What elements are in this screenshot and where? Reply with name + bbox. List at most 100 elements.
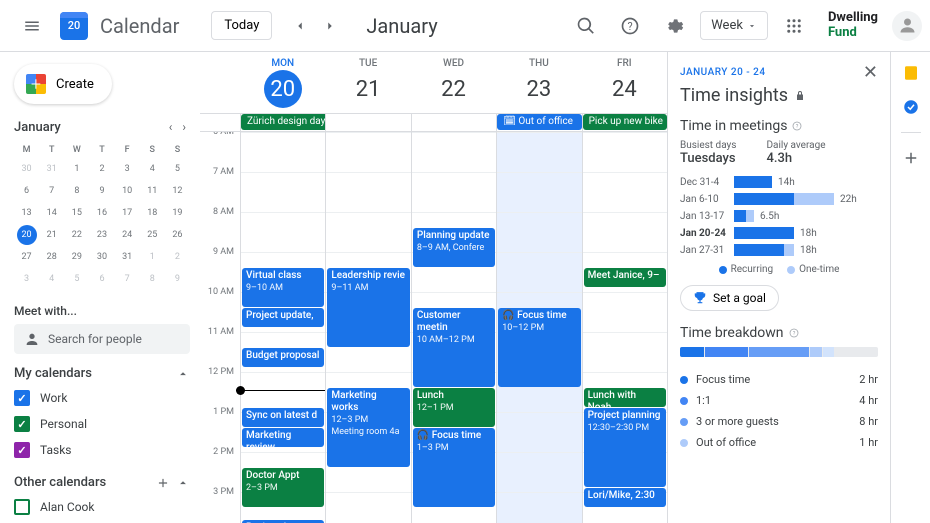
calendar-event[interactable]: Virtual class9–10 AM	[242, 268, 324, 307]
next-week-button[interactable]	[316, 12, 344, 40]
calendar-item[interactable]: Alan Cook	[14, 494, 190, 520]
checkbox[interactable]	[14, 499, 30, 515]
apps-button[interactable]	[776, 8, 812, 44]
calendar-event[interactable]: Leadership revie9–11 AM	[327, 268, 409, 347]
mini-day[interactable]: 21	[42, 225, 62, 245]
mini-day[interactable]: 10	[117, 181, 137, 201]
mini-day[interactable]: 30	[92, 247, 112, 267]
allday-event[interactable]: 🗓 Out of office	[497, 114, 581, 130]
calendar-item[interactable]: Personal	[14, 411, 190, 437]
checkbox[interactable]	[14, 416, 30, 432]
help-icon[interactable]: ?	[791, 120, 803, 132]
view-selector[interactable]: Week	[700, 11, 768, 40]
calendar-item[interactable]: Work	[14, 385, 190, 411]
day-column[interactable]: Virtual class9–10 AMProject update, Budge…	[240, 132, 325, 523]
main-menu-button[interactable]	[12, 6, 52, 46]
mini-day[interactable]: 30	[17, 159, 37, 179]
mini-day[interactable]: 3	[117, 159, 137, 179]
mini-day[interactable]: 15	[67, 203, 87, 223]
mini-day[interactable]: 20	[17, 225, 37, 245]
settings-button[interactable]	[656, 8, 692, 44]
mini-day[interactable]: 28	[42, 247, 62, 267]
calendar-event[interactable]: 🎧 Focus time1–3 PM	[413, 428, 495, 507]
mini-day[interactable]: 1	[67, 159, 87, 179]
mini-day[interactable]: 4	[42, 269, 62, 289]
calendar-event[interactable]: Doctor Appt2–3 PM	[242, 468, 324, 507]
mini-day[interactable]: 27	[17, 247, 37, 267]
day-column[interactable]: Meet Janice, 9– Lunch with NoahProject pl…	[582, 132, 667, 523]
mini-day[interactable]: 5	[67, 269, 87, 289]
mini-day[interactable]: 12	[167, 181, 187, 201]
mini-day[interactable]: 4	[142, 159, 162, 179]
search-button[interactable]	[568, 8, 604, 44]
mini-day[interactable]: 22	[67, 225, 87, 245]
help-icon[interactable]: ?	[788, 327, 800, 339]
mini-day[interactable]: 29	[67, 247, 87, 267]
mini-day[interactable]: 5	[167, 159, 187, 179]
day-column[interactable]: Leadership revie9–11 AM Marketing works12…	[325, 132, 410, 523]
mini-day[interactable]: 8	[67, 181, 87, 201]
calendar-event[interactable]: Planning update8–9 AM, Confere	[413, 228, 495, 267]
calendar-event[interactable]: Marketing works12–3 PMMeeting room 4a	[327, 388, 409, 467]
calendar-event[interactable]: Marketing review	[242, 428, 324, 447]
calendar-event[interactable]: Sync on latest d	[242, 408, 324, 427]
mini-day[interactable]: 9	[92, 181, 112, 201]
mini-day[interactable]: 3	[17, 269, 37, 289]
help-button[interactable]: ?	[612, 8, 648, 44]
mini-day[interactable]: 1	[142, 247, 162, 267]
calendar-event[interactable]: Customer meetin10 AM–12 PM	[413, 308, 495, 387]
calendar-item[interactable]: Tasks	[14, 437, 190, 463]
calendar-event[interactable]: Lunch with Noah	[584, 388, 666, 407]
mini-day[interactable]: 24	[117, 225, 137, 245]
mini-day[interactable]: 19	[167, 203, 187, 223]
checkbox[interactable]	[14, 390, 30, 406]
allday-event[interactable]: Pick up new bike	[583, 114, 667, 130]
calendar-event[interactable]: Lunch12–1 PM	[413, 388, 495, 427]
day-column[interactable]: 🎧 Focus time10–12 PM	[496, 132, 581, 523]
mini-day[interactable]: 13	[17, 203, 37, 223]
search-people-input[interactable]: Search for people	[14, 324, 190, 354]
account-avatar[interactable]	[892, 11, 922, 41]
mini-day[interactable]: 7	[117, 269, 137, 289]
day-header[interactable]: TUE21	[325, 52, 410, 113]
mini-day[interactable]: 6	[17, 181, 37, 201]
mini-calendar[interactable]: MTWTFSS303112345678910111213141516171819…	[14, 142, 190, 290]
mini-day[interactable]: 26	[167, 225, 187, 245]
calendar-event[interactable]: Budget proposal	[242, 348, 324, 367]
tasks-app-icon[interactable]	[902, 98, 920, 116]
day-header[interactable]: WED22	[411, 52, 496, 113]
checkbox[interactable]	[14, 442, 30, 458]
add-app-icon[interactable]	[902, 149, 920, 167]
mini-day[interactable]: 11	[142, 181, 162, 201]
calendar-event[interactable]: Project update,	[242, 308, 324, 327]
mini-day[interactable]: 31	[42, 159, 62, 179]
mini-day[interactable]: 2	[92, 159, 112, 179]
calendar-event[interactable]: Meet Janice, 9–	[584, 268, 666, 287]
today-button[interactable]: Today	[211, 11, 272, 40]
keep-app-icon[interactable]	[902, 64, 920, 82]
mini-day[interactable]: 6	[92, 269, 112, 289]
calendar-event[interactable]: Project planning12:30–2:30 PM	[584, 408, 666, 487]
my-calendars-toggle[interactable]: My calendars	[14, 366, 190, 381]
mini-day[interactable]: 9	[167, 269, 187, 289]
mini-day[interactable]: 8	[142, 269, 162, 289]
mini-day[interactable]: 18	[142, 203, 162, 223]
mini-day[interactable]: 14	[42, 203, 62, 223]
other-calendars-toggle[interactable]: Other calendars	[14, 475, 190, 490]
mini-day[interactable]: 31	[117, 247, 137, 267]
mini-day[interactable]: 17	[117, 203, 137, 223]
prev-week-button[interactable]	[286, 12, 314, 40]
day-header[interactable]: THU23	[496, 52, 581, 113]
mini-day[interactable]: 25	[142, 225, 162, 245]
day-header[interactable]: FRI24	[582, 52, 667, 113]
day-header[interactable]: MON20	[240, 52, 325, 113]
allday-event[interactable]: Zürich design days	[241, 114, 325, 130]
mini-prev-button[interactable]: ‹	[165, 118, 177, 136]
close-insights-button[interactable]: ✕	[863, 62, 878, 83]
calendar-event[interactable]: 🎧 Focus time10–12 PM	[498, 308, 580, 387]
calendar-event[interactable]: Lori/Mike, 2:30	[584, 488, 666, 507]
create-button[interactable]: Create	[14, 64, 112, 104]
mini-day[interactable]: 7	[42, 181, 62, 201]
mini-day[interactable]: 2	[167, 247, 187, 267]
mini-day[interactable]: 23	[92, 225, 112, 245]
